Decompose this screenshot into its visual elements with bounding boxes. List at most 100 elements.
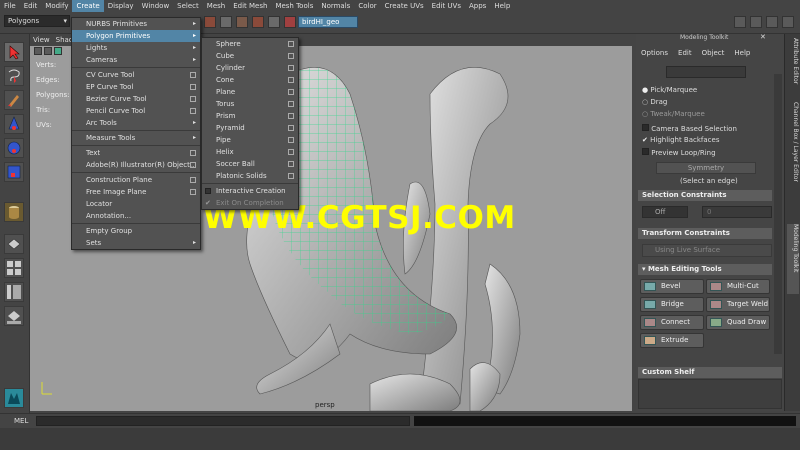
live-surface-button[interactable]: Using Live Surface [642, 244, 772, 257]
command-input[interactable] [36, 416, 410, 426]
exit-on-completion-toggle[interactable]: ✔ Exit On Completion [202, 197, 298, 209]
grid-icon[interactable] [44, 47, 52, 55]
bridge-button[interactable]: Bridge [640, 297, 704, 312]
menu-item-pencil-curve[interactable]: Pencil Curve Tool [72, 105, 200, 117]
shelf-icon-1[interactable] [204, 16, 216, 28]
poly-cone[interactable]: Cone [202, 74, 298, 86]
object-name-field[interactable]: birdHI_geo [298, 16, 358, 28]
menu-edit-mesh[interactable]: Edit Mesh [229, 0, 271, 12]
poly-soccer-ball[interactable]: Soccer Ball [202, 158, 298, 170]
layout-icon[interactable] [782, 16, 794, 28]
menu-item-free-image-plane[interactable]: Free Image Plane [72, 186, 200, 198]
panel-menu-help[interactable]: Help [734, 49, 750, 57]
extrude-button[interactable]: Extrude [640, 333, 704, 348]
connect-button[interactable]: Connect [640, 315, 704, 330]
mode-selector[interactable]: Polygons ▾ [4, 15, 70, 27]
poly-prism[interactable]: Prism [202, 110, 298, 122]
paint-tool-icon[interactable] [4, 90, 24, 110]
shelf-icon-5[interactable] [268, 16, 280, 28]
menu-apps[interactable]: Apps [465, 0, 490, 12]
transform-constraints-header[interactable]: Transform Constraints [638, 228, 772, 239]
check-highlight-backfaces[interactable]: ✔ Highlight Backfaces [642, 136, 720, 144]
poly-helix[interactable]: Helix [202, 146, 298, 158]
settings-icon[interactable] [766, 16, 778, 28]
app-logo-icon[interactable] [4, 388, 24, 408]
menu-item-sets[interactable]: Sets ▸ [72, 237, 200, 249]
poly-cube[interactable]: Cube [202, 50, 298, 62]
shade-icon[interactable] [54, 47, 62, 55]
poly-sphere[interactable]: Sphere [202, 38, 298, 50]
tab-channel-box[interactable]: Channel Box / Layer Editor [787, 102, 799, 212]
quad-draw-button[interactable]: Quad Draw [706, 315, 770, 330]
camera-icon[interactable] [34, 47, 42, 55]
menu-item-empty-group[interactable]: Empty Group [72, 225, 200, 237]
menu-color[interactable]: Color [354, 0, 380, 12]
menu-item-bezier-curve[interactable]: Bezier Curve Tool [72, 93, 200, 105]
tab-modeling-toolkit[interactable]: Modeling Toolkit [787, 224, 799, 294]
mesh-editing-tools-header[interactable]: ▾ Mesh Editing Tools [638, 264, 772, 275]
menu-display[interactable]: Display [104, 0, 138, 12]
menu-item-text[interactable]: Text [72, 147, 200, 159]
target-weld-button[interactable]: Target Weld [706, 297, 770, 312]
poly-pipe[interactable]: Pipe [202, 134, 298, 146]
move-tool-icon[interactable] [4, 114, 24, 134]
radio-tweak-marquee[interactable]: ○ Tweak/Marquee [642, 110, 705, 118]
menu-create[interactable]: Create [72, 0, 104, 12]
selection-mode-icons[interactable] [666, 66, 746, 78]
menu-item-illustrator-object[interactable]: Adobe(R) Illustrator(R) Object... [72, 159, 200, 171]
menu-modify[interactable]: Modify [41, 0, 72, 12]
menu-mesh-tools[interactable]: Mesh Tools [271, 0, 317, 12]
layout-graph-icon[interactable] [4, 306, 24, 326]
shelf-icon-6[interactable] [284, 16, 296, 28]
cylinder-icon[interactable] [4, 202, 24, 222]
lasso-tool-icon[interactable] [4, 66, 24, 86]
render-icon[interactable] [734, 16, 746, 28]
interactive-creation-toggle[interactable]: Interactive Creation [202, 185, 298, 197]
mel-label[interactable]: MEL [14, 417, 28, 425]
radio-pick-marquee[interactable]: ● Pick/Marquee [642, 86, 697, 94]
menu-item-lights[interactable]: Lights ▸ [72, 42, 200, 54]
menu-item-construction-plane[interactable]: Construction Plane [72, 174, 200, 186]
radio-drag[interactable]: ○ Drag [642, 98, 667, 106]
shelf-icon-2[interactable] [220, 16, 232, 28]
menu-window[interactable]: Window [138, 0, 174, 12]
custom-shelf-area[interactable] [638, 379, 782, 409]
menu-item-annotation[interactable]: Annotation... [72, 210, 200, 222]
panel-menu-edit[interactable]: Edit [678, 49, 692, 57]
menu-file[interactable]: File [0, 0, 20, 12]
close-icon[interactable]: ✕ [760, 33, 766, 41]
select-tool-icon[interactable] [4, 42, 24, 62]
menu-edit[interactable]: Edit [20, 0, 42, 12]
shelf-icon-4[interactable] [252, 16, 264, 28]
poly-cylinder[interactable]: Cylinder [202, 62, 298, 74]
panel-scrollbar[interactable] [774, 74, 782, 354]
check-preview-loop[interactable]: Preview Loop/Ring [642, 148, 716, 157]
menu-edit-uvs[interactable]: Edit UVs [428, 0, 465, 12]
menu-mesh[interactable]: Mesh [203, 0, 229, 12]
selection-constraints-header[interactable]: Selection Constraints [638, 190, 772, 201]
check-camera-based[interactable]: Camera Based Selection [642, 124, 737, 133]
layout-four-icon[interactable] [4, 258, 24, 278]
poly-platonic-solids[interactable]: Platonic Solids [202, 170, 298, 182]
constraint-number-field[interactable]: 0 [702, 206, 772, 218]
bevel-button[interactable]: Bevel [640, 279, 704, 294]
tab-attribute-editor[interactable]: Attribute Editor [787, 38, 799, 98]
menu-item-polygon-primitives[interactable]: Polygon Primitives ▸ [72, 30, 200, 42]
poly-plane[interactable]: Plane [202, 86, 298, 98]
menu-help[interactable]: Help [490, 0, 514, 12]
layout-single-icon[interactable] [4, 234, 24, 254]
poly-torus[interactable]: Torus [202, 98, 298, 110]
menu-normals[interactable]: Normals [317, 0, 354, 12]
menu-create-uvs[interactable]: Create UVs [381, 0, 428, 12]
panel-menu-object[interactable]: Object [702, 49, 725, 57]
menu-item-cameras[interactable]: Cameras ▸ [72, 54, 200, 66]
menu-item-nurbs-primitives[interactable]: NURBS Primitives ▸ [72, 18, 200, 30]
menu-select[interactable]: Select [173, 0, 203, 12]
custom-shelf-header[interactable]: Custom Shelf [638, 367, 782, 378]
menu-item-locator[interactable]: Locator [72, 198, 200, 210]
panel-menu-options[interactable]: Options [641, 49, 668, 57]
layout-outliner-icon[interactable] [4, 282, 24, 302]
menu-item-cv-curve[interactable]: CV Curve Tool [72, 69, 200, 81]
multi-cut-button[interactable]: Multi-Cut [706, 279, 770, 294]
vp-menu-view[interactable]: View [30, 36, 53, 44]
